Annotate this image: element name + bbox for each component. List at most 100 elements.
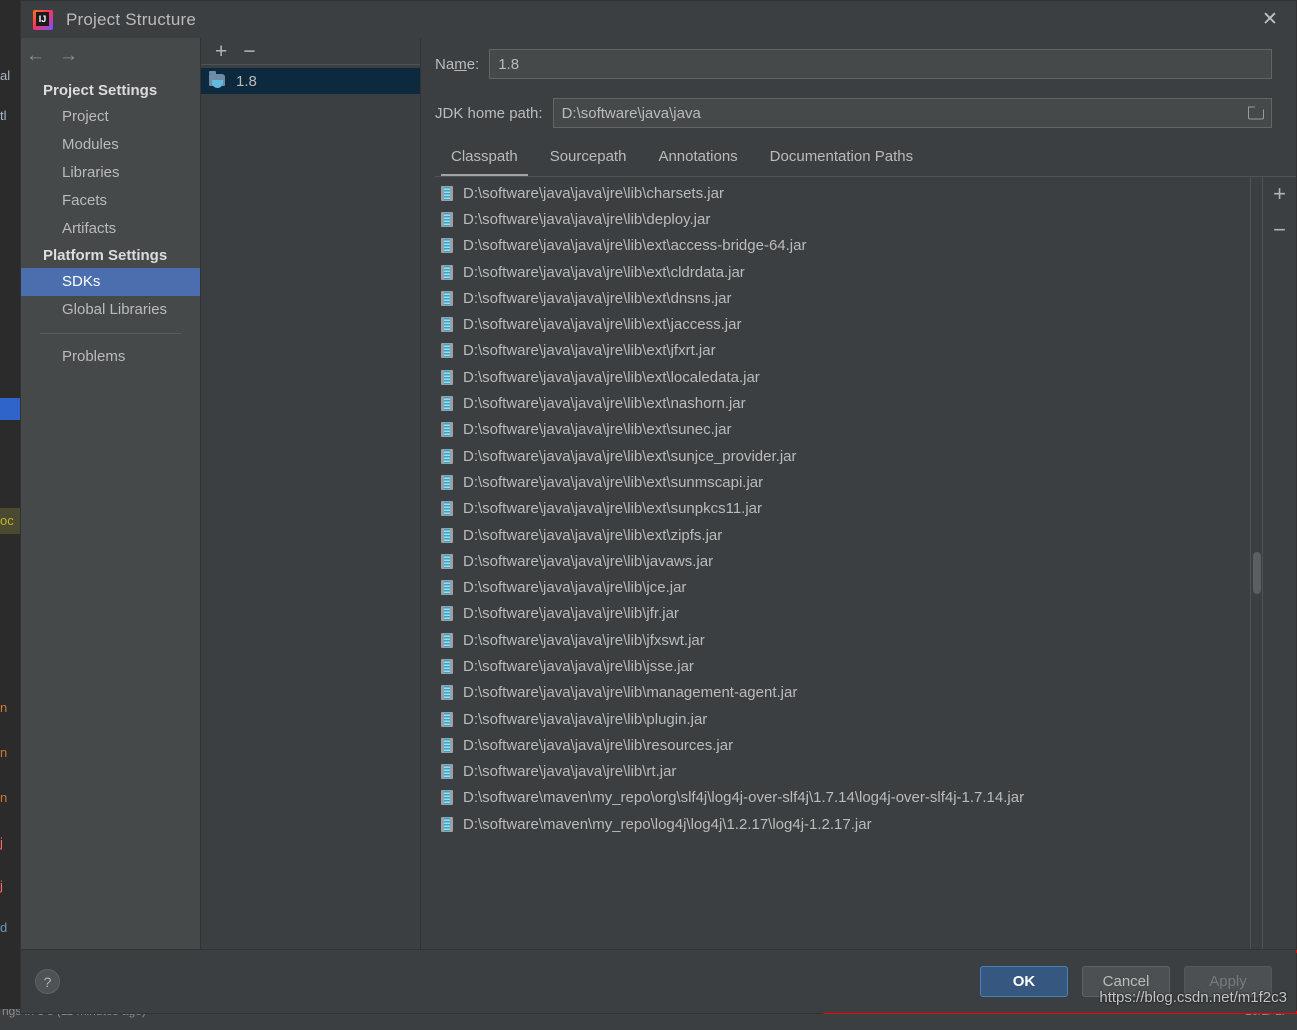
- classpath-row[interactable]: D:\software\java\java\jre\lib\ext\sunjce…: [435, 443, 1262, 469]
- jar-file-icon: [441, 474, 453, 490]
- classpath-row[interactable]: D:\software\java\java\jre\lib\ext\jacces…: [435, 311, 1262, 337]
- sidebar-item-libraries[interactable]: Libraries: [21, 159, 200, 187]
- classpath-scrollbar[interactable]: [1250, 177, 1262, 949]
- jar-file-icon: [441, 527, 453, 543]
- classpath-row[interactable]: D:\software\java\java\jre\lib\ext\zipfs.…: [435, 522, 1262, 548]
- classpath-row-label: D:\software\java\java\jre\lib\jfr.jar: [463, 605, 679, 623]
- classpath-row[interactable]: D:\software\java\java\jre\lib\jfr.jar: [435, 601, 1262, 627]
- classpath-row-label: D:\software\java\java\jre\lib\charsets.j…: [463, 184, 724, 202]
- remove-classpath-button[interactable]: −: [1273, 219, 1286, 241]
- sidebar-group-platform-settings: Platform Settings: [43, 247, 168, 264]
- settings-sidebar: ← → Project Settings Project Modules Lib…: [21, 38, 201, 949]
- classpath-row[interactable]: D:\software\java\java\jre\lib\ext\nashor…: [435, 390, 1262, 416]
- bg-text-fragment: j: [0, 835, 3, 850]
- classpath-row[interactable]: D:\software\java\java\jre\lib\javaws.jar: [435, 548, 1262, 574]
- classpath-row-label: D:\software\java\java\jre\lib\ext\cldrda…: [463, 263, 745, 281]
- classpath-row[interactable]: D:\software\java\java\jre\lib\jsse.jar: [435, 653, 1262, 679]
- classpath-row-label: D:\software\java\java\jre\lib\ext\locale…: [463, 368, 760, 386]
- sidebar-nav-arrows: ← →: [21, 38, 200, 72]
- jar-file-icon: [441, 764, 453, 780]
- sidebar-item-global-libraries[interactable]: Global Libraries: [21, 296, 200, 324]
- classpath-row-label: D:\software\java\java\jre\lib\ext\sunjce…: [463, 447, 797, 465]
- classpath-row[interactable]: D:\software\java\java\jre\lib\management…: [435, 680, 1262, 706]
- classpath-row[interactable]: D:\software\java\java\jre\lib\ext\dnsns.…: [435, 285, 1262, 311]
- classpath-row[interactable]: D:\software\java\java\jre\lib\ext\cldrda…: [435, 259, 1262, 285]
- classpath-row[interactable]: D:\software\java\java\jre\lib\jfxswt.jar: [435, 627, 1262, 653]
- jdk-home-path-input[interactable]: D:\software\java\java: [552, 98, 1272, 128]
- classpath-row-label: D:\software\java\java\jre\lib\jsse.jar: [463, 657, 694, 675]
- classpath-row[interactable]: D:\software\java\java\jre\lib\resources.…: [435, 732, 1262, 758]
- classpath-list[interactable]: D:\software\java\java\jre\lib\charsets.j…: [435, 177, 1262, 949]
- classpath-row-label: D:\software\java\java\jre\lib\management…: [463, 684, 798, 702]
- add-classpath-button[interactable]: +: [1273, 183, 1286, 205]
- ok-button[interactable]: OK: [980, 966, 1068, 997]
- bg-text-fragment: n: [0, 790, 8, 805]
- tab-documentation-paths[interactable]: Documentation Paths: [754, 142, 929, 176]
- classpath-row-label: D:\software\java\java\jre\lib\deploy.jar: [463, 210, 711, 228]
- classpath-toolbar: + −: [1262, 177, 1296, 949]
- forward-arrow-icon[interactable]: →: [59, 46, 78, 65]
- add-sdk-button[interactable]: +: [215, 41, 227, 62]
- jar-file-icon: [441, 343, 453, 359]
- jar-file-icon: [441, 369, 453, 385]
- classpath-row[interactable]: D:\software\java\java\jre\lib\ext\sunmsc…: [435, 469, 1262, 495]
- bg-text-fragment: al: [0, 68, 11, 83]
- sidebar-item-modules[interactable]: Modules: [21, 131, 200, 159]
- jar-file-icon: [441, 501, 453, 517]
- bg-text-fragment: oc: [0, 513, 14, 528]
- jar-file-icon: [441, 816, 453, 832]
- classpath-row[interactable]: D:\software\java\java\jre\lib\jce.jar: [435, 574, 1262, 600]
- classpath-row[interactable]: D:\software\java\java\jre\lib\ext\locale…: [435, 364, 1262, 390]
- jar-file-icon: [441, 238, 453, 254]
- name-input[interactable]: 1.8: [489, 49, 1272, 79]
- jar-file-icon: [441, 317, 453, 333]
- sdk-list-panel: + − 1.8: [201, 38, 421, 949]
- classpath-row[interactable]: D:\software\maven\my_repo\log4j\log4j\1.…: [435, 811, 1262, 837]
- sdk-toolbar: + −: [201, 38, 420, 65]
- back-arrow-icon[interactable]: ←: [26, 46, 45, 65]
- bg-text-fragment: n: [0, 745, 8, 760]
- classpath-scrollbar-thumb[interactable]: [1253, 552, 1261, 594]
- classpath-row[interactable]: D:\software\java\java\jre\lib\ext\access…: [435, 233, 1262, 259]
- jar-file-icon: [441, 658, 453, 674]
- remove-sdk-button[interactable]: −: [243, 41, 255, 62]
- bg-text-fragment: j: [0, 878, 3, 893]
- jdk-folder-icon: [209, 71, 227, 89]
- classpath-row[interactable]: D:\software\java\java\jre\lib\charsets.j…: [435, 180, 1262, 206]
- sidebar-item-sdks[interactable]: SDKs: [21, 268, 200, 296]
- classpath-row-label: D:\software\maven\my_repo\log4j\log4j\1.…: [463, 815, 872, 833]
- classpath-row-label: D:\software\java\java\jre\lib\plugin.jar: [463, 710, 708, 728]
- sdk-item-label: 1.8: [236, 72, 257, 90]
- tab-classpath[interactable]: Classpath: [435, 142, 534, 176]
- bg-text-fragment: tl: [0, 108, 7, 123]
- jar-file-icon: [441, 290, 453, 306]
- sidebar-item-project[interactable]: Project: [21, 103, 200, 131]
- sidebar-item-artifacts[interactable]: Artifacts: [21, 215, 200, 243]
- tab-annotations[interactable]: Annotations: [642, 142, 753, 176]
- project-structure-dialog: Project Structure ✕ ← → Project Settings…: [20, 0, 1297, 1014]
- sidebar-item-problems[interactable]: Problems: [21, 343, 200, 371]
- classpath-row[interactable]: D:\software\java\java\jre\lib\ext\jfxrt.…: [435, 338, 1262, 364]
- sidebar-item-facets[interactable]: Facets: [21, 187, 200, 215]
- classpath-row[interactable]: D:\software\java\java\jre\lib\ext\sunpkc…: [435, 496, 1262, 522]
- intellij-idea-icon: [33, 9, 53, 30]
- dialog-body: ← → Project Settings Project Modules Lib…: [21, 38, 1297, 1014]
- sdk-item-1-8[interactable]: 1.8: [201, 68, 420, 94]
- classpath-row[interactable]: D:\software\java\java\jre\lib\deploy.jar: [435, 206, 1262, 232]
- classpath-row[interactable]: D:\software\java\java\jre\lib\ext\sunec.…: [435, 417, 1262, 443]
- close-icon[interactable]: ✕: [1244, 1, 1296, 38]
- bg-text-fragment: d: [0, 920, 8, 935]
- folder-browse-icon[interactable]: [1248, 106, 1264, 120]
- help-button[interactable]: ?: [35, 969, 60, 994]
- jar-file-icon: [441, 685, 453, 701]
- classpath-row[interactable]: D:\software\java\java\jre\lib\plugin.jar: [435, 706, 1262, 732]
- classpath-row-label: D:\software\java\java\jre\lib\ext\zipfs.…: [463, 526, 723, 544]
- classpath-row[interactable]: D:\software\java\java\jre\lib\rt.jar: [435, 759, 1262, 785]
- classpath-row-label: D:\software\java\java\jre\lib\ext\sunpkc…: [463, 500, 763, 518]
- jar-file-icon: [441, 211, 453, 227]
- classpath-row[interactable]: D:\software\maven\my_repo\org\slf4j\log4…: [435, 785, 1262, 811]
- bg-text-fragment: n: [0, 700, 8, 715]
- jdk-home-path-row: JDK home path: D:\software\java\java: [435, 90, 1296, 136]
- tab-sourcepath[interactable]: Sourcepath: [534, 142, 643, 176]
- dialog-title: Project Structure: [66, 9, 197, 29]
